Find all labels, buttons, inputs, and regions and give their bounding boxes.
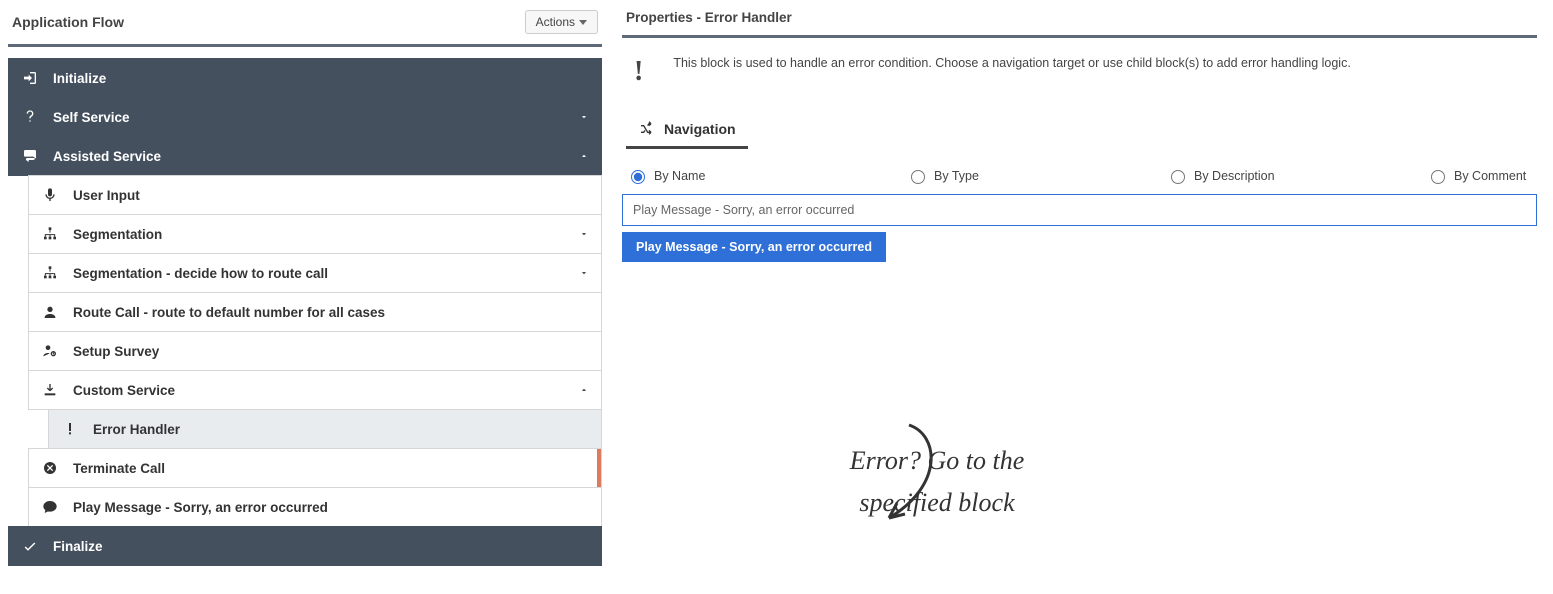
radio-input[interactable] bbox=[1431, 170, 1445, 184]
radio-input[interactable] bbox=[631, 170, 645, 184]
share-icon bbox=[21, 147, 39, 165]
actions-button[interactable]: Actions bbox=[525, 10, 598, 34]
radio-by-comment[interactable]: By Comment bbox=[1426, 167, 1533, 184]
login-icon bbox=[21, 69, 39, 87]
flow-tree: Initialize Self Service Assisted Service bbox=[8, 58, 602, 566]
row-label: User Input bbox=[73, 188, 140, 203]
chevron-down-icon bbox=[579, 268, 589, 278]
row-user-input[interactable]: User Input bbox=[28, 175, 602, 215]
radio-label: By Type bbox=[934, 169, 979, 183]
row-segmentation[interactable]: Segmentation bbox=[28, 214, 602, 254]
description-text: This block is used to handle an error co… bbox=[673, 56, 1350, 70]
row-label: Play Message - Sorry, an error occurred bbox=[73, 500, 328, 515]
sitemap-icon bbox=[41, 225, 59, 243]
download-icon bbox=[41, 381, 59, 399]
row-initialize[interactable]: Initialize bbox=[8, 58, 602, 98]
row-terminate-call[interactable]: Terminate Call bbox=[28, 448, 602, 488]
chevron-down-icon bbox=[579, 112, 589, 122]
row-play-message[interactable]: Play Message - Sorry, an error occurred bbox=[28, 487, 602, 527]
row-setup-survey[interactable]: Setup Survey bbox=[28, 331, 602, 371]
row-label: Custom Service bbox=[73, 383, 175, 398]
actions-label: Actions bbox=[536, 15, 575, 29]
row-label: Assisted Service bbox=[53, 149, 161, 164]
row-label: Error Handler bbox=[93, 422, 180, 437]
radio-by-type[interactable]: By Type bbox=[906, 167, 1166, 184]
radio-by-description[interactable]: By Description bbox=[1166, 167, 1426, 184]
row-label: Initialize bbox=[53, 71, 106, 86]
row-custom-service[interactable]: Custom Service bbox=[28, 370, 602, 410]
survey-icon bbox=[41, 342, 59, 360]
radio-label: By Name bbox=[654, 169, 705, 183]
terminate-icon bbox=[41, 459, 59, 477]
row-segmentation-route[interactable]: Segmentation - decide how to route call bbox=[28, 253, 602, 293]
caret-down-icon bbox=[579, 20, 587, 25]
radio-input[interactable] bbox=[1171, 170, 1185, 184]
exclamation-icon: ! bbox=[634, 56, 643, 88]
shuffle-icon bbox=[638, 120, 656, 138]
row-label: Segmentation - decide how to route call bbox=[73, 266, 328, 281]
radio-label: By Comment bbox=[1454, 169, 1526, 183]
radio-by-name[interactable]: By Name bbox=[626, 167, 906, 184]
mic-icon bbox=[41, 186, 59, 204]
properties-panel: Properties - Error Handler ! This block … bbox=[622, 0, 1553, 262]
row-label: Terminate Call bbox=[73, 461, 165, 476]
row-finalize[interactable]: Finalize bbox=[8, 526, 602, 566]
question-icon bbox=[21, 108, 39, 126]
radio-input[interactable] bbox=[911, 170, 925, 184]
sitemap-icon bbox=[41, 264, 59, 282]
row-label: Finalize bbox=[53, 539, 103, 554]
row-label: Setup Survey bbox=[73, 344, 159, 359]
agent-icon bbox=[41, 303, 59, 321]
row-route-call[interactable]: Route Call - route to default number for… bbox=[28, 292, 602, 332]
chevron-up-icon bbox=[579, 151, 589, 161]
description-row: ! This block is used to handle an error … bbox=[622, 38, 1537, 112]
radio-label: By Description bbox=[1194, 169, 1275, 183]
flow-header: Application Flow Actions bbox=[8, 0, 602, 47]
row-label: Route Call - route to default number for… bbox=[73, 305, 385, 320]
chevron-down-icon bbox=[579, 229, 589, 239]
row-label: Segmentation bbox=[73, 227, 162, 242]
chat-icon bbox=[41, 498, 59, 516]
flow-panel: Application Flow Actions Initialize Self… bbox=[0, 0, 602, 566]
navigation-search-input[interactable] bbox=[622, 194, 1537, 226]
row-assisted-service[interactable]: Assisted Service bbox=[8, 136, 602, 176]
row-self-service[interactable]: Self Service bbox=[8, 97, 602, 137]
row-error-handler[interactable]: Error Handler bbox=[48, 409, 602, 449]
tab-label: Navigation bbox=[664, 121, 736, 137]
chevron-up-icon bbox=[579, 385, 589, 395]
tab-navigation[interactable]: Navigation bbox=[626, 112, 748, 149]
exclamation-icon bbox=[61, 420, 79, 438]
check-icon bbox=[21, 537, 39, 555]
annotation-text: Error? Go to the specified block bbox=[767, 440, 1107, 523]
flow-title: Application Flow bbox=[12, 14, 124, 30]
row-label: Self Service bbox=[53, 110, 130, 125]
properties-title: Properties - Error Handler bbox=[622, 0, 1537, 38]
dropdown-result-item[interactable]: Play Message - Sorry, an error occurred bbox=[622, 232, 886, 262]
tabs: Navigation bbox=[622, 112, 1537, 149]
radio-row: By Name By Type By Description By Commen… bbox=[622, 149, 1537, 194]
